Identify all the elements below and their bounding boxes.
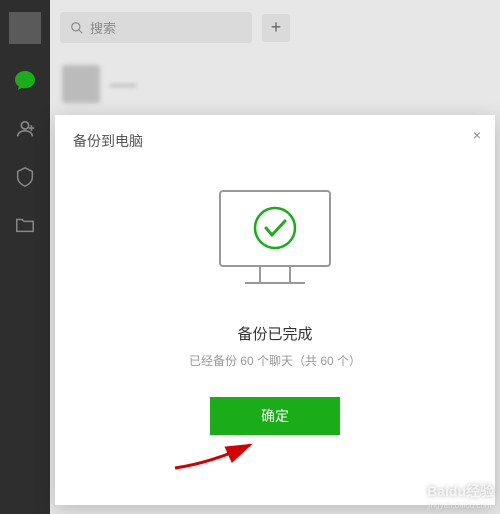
backup-modal: 备份到电脑 × 备份已完成 已经备份 60 个聊天（共 60 个） 确定 — [55, 115, 495, 505]
monitor-illustration — [55, 181, 495, 301]
files-icon[interactable] — [12, 212, 38, 238]
contacts-icon[interactable] — [12, 116, 38, 142]
modal-header: 备份到电脑 × — [55, 115, 495, 161]
chat-name: —— — [110, 77, 136, 92]
status-subtitle: 已经备份 60 个聊天（共 60 个） — [55, 352, 495, 369]
collection-icon[interactable] — [12, 164, 38, 190]
close-icon[interactable]: × — [473, 127, 481, 143]
add-button[interactable]: + — [262, 14, 290, 42]
chat-icon[interactable] — [12, 68, 38, 94]
annotation-arrow — [170, 433, 260, 473]
search-input[interactable]: 搜索 — [60, 12, 252, 43]
confirm-button[interactable]: 确定 — [210, 397, 340, 435]
status-title: 备份已完成 — [55, 323, 495, 344]
search-row: 搜索 + — [50, 0, 300, 55]
watermark: Baidu经验 jingyan.baidu.com — [427, 481, 494, 510]
chat-item[interactable]: —— — [50, 55, 300, 113]
modal-title: 备份到电脑 — [73, 133, 143, 149]
search-placeholder: 搜索 — [90, 18, 116, 37]
chat-avatar — [62, 65, 100, 103]
search-icon — [70, 21, 84, 35]
sidebar — [0, 0, 50, 514]
avatar[interactable] — [9, 12, 41, 44]
